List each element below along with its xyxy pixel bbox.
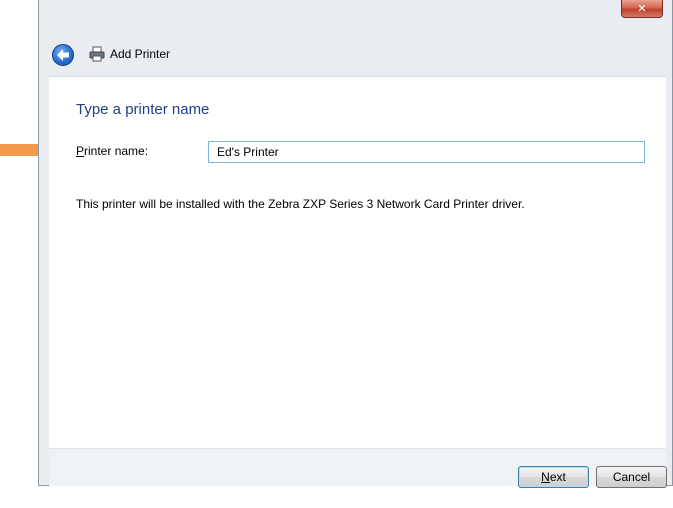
- back-arrow-icon: [57, 49, 69, 61]
- printer-name-input[interactable]: [208, 141, 645, 163]
- next-mnemonic: N: [541, 470, 550, 484]
- back-button[interactable]: [52, 44, 74, 66]
- wizard-content: Type a printer name Printer name: This p…: [49, 76, 666, 449]
- printer-name-label-mnemonic: P: [76, 144, 85, 158]
- close-button[interactable]: ✕: [621, 0, 663, 18]
- printer-name-label-text: rinter name:: [84, 144, 149, 158]
- close-icon: ✕: [637, 2, 647, 15]
- next-button[interactable]: Next: [518, 466, 589, 488]
- printer-icon: [89, 46, 105, 62]
- add-printer-window: ✕ Add Printer Type a printer name Printe…: [38, 0, 673, 488]
- printer-name-label: Printer name:: [76, 144, 148, 158]
- page-heading: Type a printer name: [76, 101, 210, 118]
- driver-info-text: This printer will be installed with the …: [76, 197, 525, 211]
- cancel-button[interactable]: Cancel: [596, 466, 667, 488]
- window-title: Add Printer: [110, 47, 171, 61]
- wizard-footer: Next Cancel: [49, 448, 667, 488]
- next-label: ext: [549, 470, 566, 484]
